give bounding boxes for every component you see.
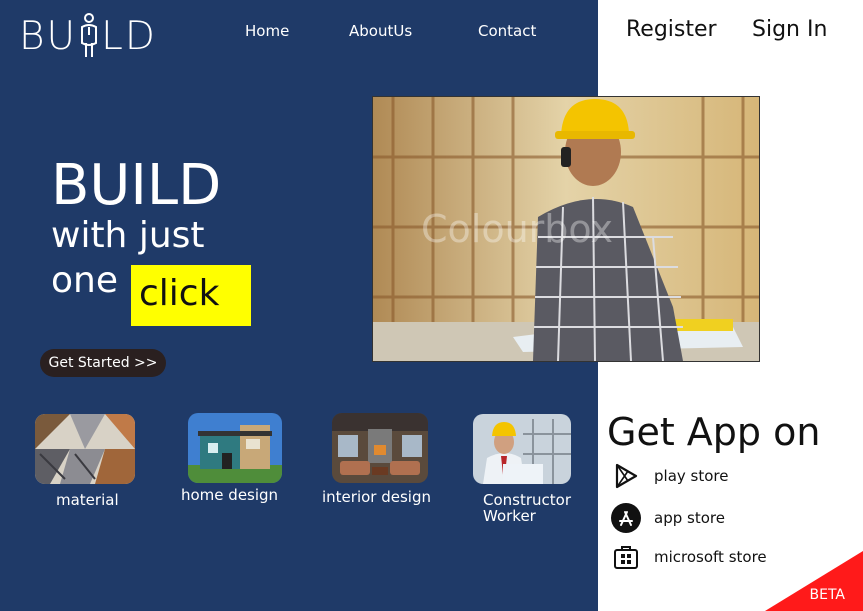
logo-text-right: LD <box>101 13 157 59</box>
microsoft-store-link[interactable]: microsoft store <box>611 542 767 572</box>
person-icon <box>81 13 98 57</box>
nav-contact[interactable]: Contact <box>478 22 536 40</box>
category-interior-design[interactable]: interior design <box>322 413 431 506</box>
register-link[interactable]: Register <box>626 17 717 42</box>
material-photo-icon <box>35 414 135 484</box>
house-photo-icon <box>188 413 282 483</box>
category-home-design[interactable]: home design <box>181 413 282 504</box>
hero-subtitle-line2: one <box>51 260 118 301</box>
get-app-heading: Get App on <box>607 410 821 454</box>
play-store-icon <box>611 461 641 491</box>
category-label: interior design <box>322 488 431 506</box>
hero-highlight: click <box>131 265 251 326</box>
interior-photo-icon <box>332 413 428 483</box>
logo[interactable]: BU LD <box>19 13 157 59</box>
hero-title: BUILD <box>51 153 222 218</box>
sign-in-link[interactable]: Sign In <box>752 17 827 42</box>
nav-home[interactable]: Home <box>245 22 289 40</box>
category-material[interactable]: material <box>35 414 135 509</box>
microsoft-store-icon <box>611 542 641 572</box>
category-label-line2: Worker <box>483 507 536 525</box>
category-constructor-worker[interactable]: Constructor Worker <box>473 414 571 525</box>
svg-text:Colourbox: Colourbox <box>421 207 613 251</box>
hero-subtitle-line1: with just <box>51 215 205 256</box>
beta-badge: BETA <box>809 587 846 603</box>
app-store-icon <box>611 503 641 533</box>
play-store-label: play store <box>654 467 729 485</box>
app-store-link[interactable]: app store <box>611 503 725 533</box>
category-label: home design <box>181 486 279 504</box>
worker-photo-icon <box>473 414 571 484</box>
get-started-button[interactable]: Get Started >> <box>40 349 166 377</box>
play-store-link[interactable]: play store <box>611 461 728 491</box>
category-label: material <box>56 491 119 509</box>
microsoft-store-label: microsoft store <box>654 548 767 566</box>
logo-text-left: BU <box>19 13 78 59</box>
hero-worker-photo: Colourbox <box>372 96 760 362</box>
nav-about[interactable]: AboutUs <box>349 22 412 40</box>
app-store-label: app store <box>654 509 725 527</box>
